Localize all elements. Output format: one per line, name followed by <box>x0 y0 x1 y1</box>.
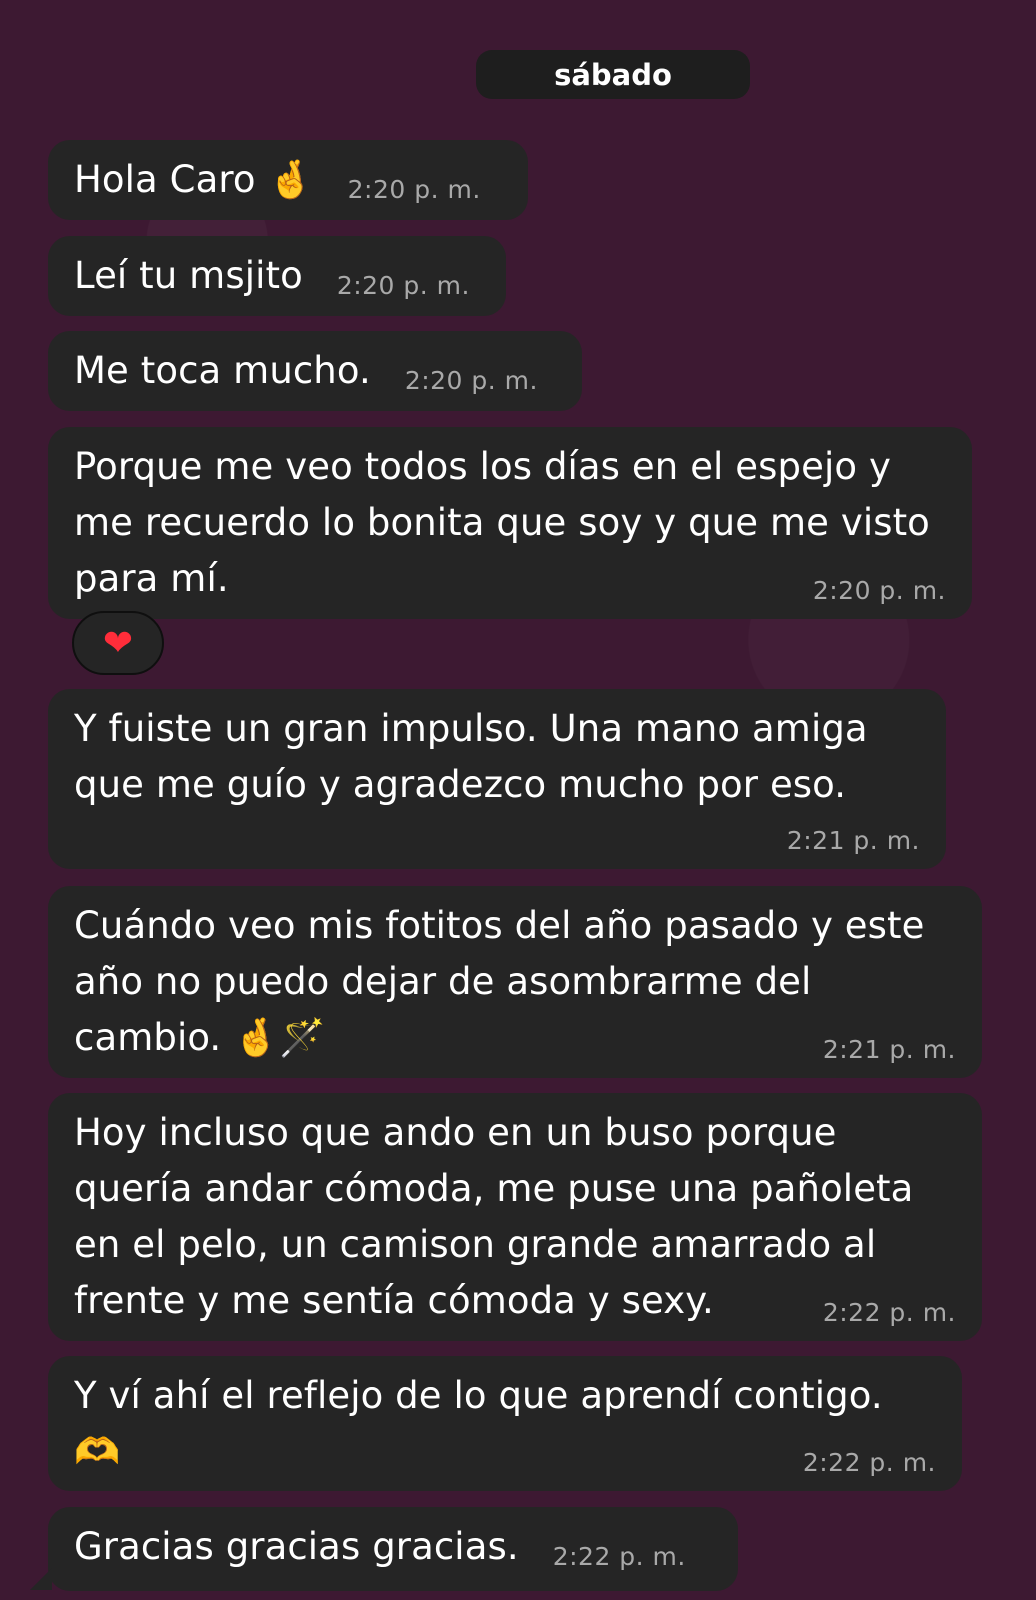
message-bubble[interactable]: Gracias gracias gracias. 2:22 p. m. <box>48 1507 738 1591</box>
message-time: 2:21 p. m. <box>786 826 920 855</box>
message-bubble[interactable]: Leí tu msjito 2:20 p. m. <box>48 236 506 316</box>
heart-reaction[interactable]: ❤ <box>72 611 164 675</box>
message-time: 2:22 p. m. <box>822 1298 956 1327</box>
message-bubble[interactable]: Y fuiste un gran impulso. Una mano amiga… <box>48 689 946 869</box>
message-bubble[interactable]: Me toca mucho. 2:20 p. m. <box>48 331 582 411</box>
message-text: Gracias gracias gracias. <box>74 1525 519 1568</box>
bubble-tail <box>30 1568 52 1590</box>
message-bubble[interactable]: Hoy incluso que ando en un buso porque q… <box>48 1093 982 1341</box>
message-time: 2:22 p. m. <box>802 1448 936 1477</box>
message-text: Y ví ahí el reflejo de lo que aprendí co… <box>74 1374 883 1473</box>
message-time: 2:21 p. m. <box>822 1035 956 1064</box>
message-bubble[interactable]: Porque me veo todos los días en el espej… <box>48 427 972 619</box>
message-time: 2:20 p. m. <box>812 576 946 605</box>
message-bubble[interactable]: Cuándo veo mis fotitos del año pasado y … <box>48 886 982 1078</box>
message-bubble[interactable]: Hola Caro 🤞 2:20 p. m. <box>48 140 528 220</box>
date-separator: sábado <box>476 50 750 99</box>
message-text: Y fuiste un gran impulso. Una mano amiga… <box>74 707 868 806</box>
message-text: Hola Caro 🤞 <box>74 158 314 201</box>
message-time: 2:20 p. m. <box>347 175 481 204</box>
message-time: 2:22 p. m. <box>552 1542 686 1571</box>
heart-icon: ❤ <box>102 622 134 664</box>
message-text: Leí tu msjito <box>74 254 303 297</box>
message-text: Porque me veo todos los días en el espej… <box>74 445 930 600</box>
message-text: Hoy incluso que ando en un buso porque q… <box>74 1111 914 1322</box>
date-label: sábado <box>554 57 672 92</box>
message-bubble[interactable]: Y ví ahí el reflejo de lo que aprendí co… <box>48 1356 962 1491</box>
message-time: 2:20 p. m. <box>336 271 470 300</box>
message-time: 2:20 p. m. <box>404 366 538 395</box>
message-text: Me toca mucho. <box>74 349 371 392</box>
